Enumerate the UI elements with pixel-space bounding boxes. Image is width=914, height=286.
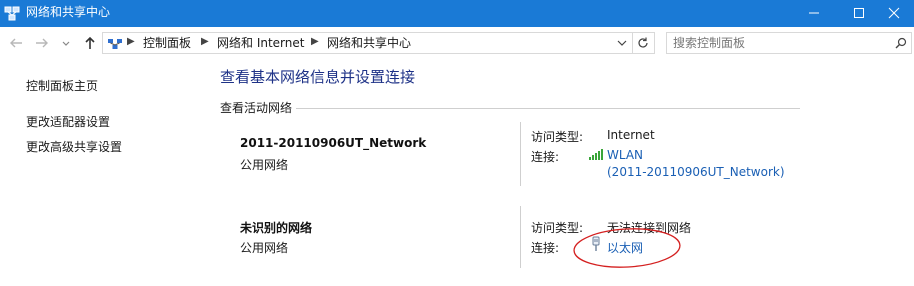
search-input[interactable] (673, 35, 883, 51)
page-title: 查看基本网络信息并设置连接 (220, 68, 416, 86)
wlan-connection-link[interactable]: WLAN (607, 148, 643, 162)
address-dropdown-icon[interactable] (617, 38, 627, 48)
red-annotation-ellipse (573, 228, 681, 268)
control-panel-icon (108, 39, 122, 49)
divider (632, 33, 633, 53)
maximize-icon (854, 8, 864, 18)
access-type-label: 访问类型: (531, 130, 584, 144)
breadcrumb-control-panel[interactable]: 控制面板 (143, 35, 191, 52)
search-box[interactable] (666, 32, 912, 54)
wlan-connection-ssid-link[interactable]: (2011-20110906UT_Network) (607, 165, 785, 179)
forward-arrow-icon[interactable] (34, 35, 50, 51)
recent-dropdown-icon[interactable] (61, 35, 71, 51)
breadcrumb-separator-icon: ▶ (127, 36, 135, 47)
section-divider (220, 108, 800, 109)
back-arrow-icon[interactable] (8, 35, 24, 51)
connection-label: 连接: (531, 150, 560, 164)
close-button[interactable] (874, 0, 914, 27)
minimize-button[interactable] (794, 0, 834, 27)
search-icon[interactable] (895, 37, 907, 49)
access-type-value: Internet (607, 128, 655, 142)
network-divider (520, 122, 521, 186)
network-category: 公用网络 (240, 158, 289, 172)
refresh-icon[interactable] (636, 36, 650, 50)
sidebar-item-change-adapter-settings[interactable]: 更改适配器设置 (26, 113, 110, 130)
title-bar: 网络和共享中心 (0, 0, 914, 27)
breadcrumb-separator-icon: ▶ (201, 36, 209, 47)
connection-label: 连接: (531, 241, 560, 255)
maximize-button[interactable] (839, 0, 879, 27)
breadcrumb-network-sharing-center[interactable]: 网络和共享中心 (327, 35, 411, 52)
breadcrumb-separator-icon: ▶ (311, 36, 319, 47)
minimize-icon (809, 12, 819, 14)
breadcrumb-network-internet[interactable]: 网络和 Internet (217, 35, 304, 52)
section-heading: 查看活动网络 (220, 99, 297, 116)
network-divider (520, 206, 521, 268)
sidebar-item-change-advanced-sharing[interactable]: 更改高级共享设置 (26, 138, 122, 155)
up-arrow-icon[interactable] (82, 35, 98, 51)
network-center-icon (4, 6, 20, 21)
address-bar: ▶ 控制面板 ▶ 网络和 Internet ▶ 网络和共享中心 (0, 27, 914, 60)
network-category: 公用网络 (240, 241, 289, 255)
window-title: 网络和共享中心 (26, 5, 111, 19)
network-name: 2011-20110906UT_Network (240, 136, 427, 150)
wifi-signal-icon (589, 149, 603, 160)
close-icon (888, 7, 900, 19)
sidebar-item-control-panel-home[interactable]: 控制面板主页 (26, 77, 98, 94)
address-box[interactable]: ▶ 控制面板 ▶ 网络和 Internet ▶ 网络和共享中心 (102, 32, 655, 54)
network-name: 未识别的网络 (240, 221, 313, 235)
